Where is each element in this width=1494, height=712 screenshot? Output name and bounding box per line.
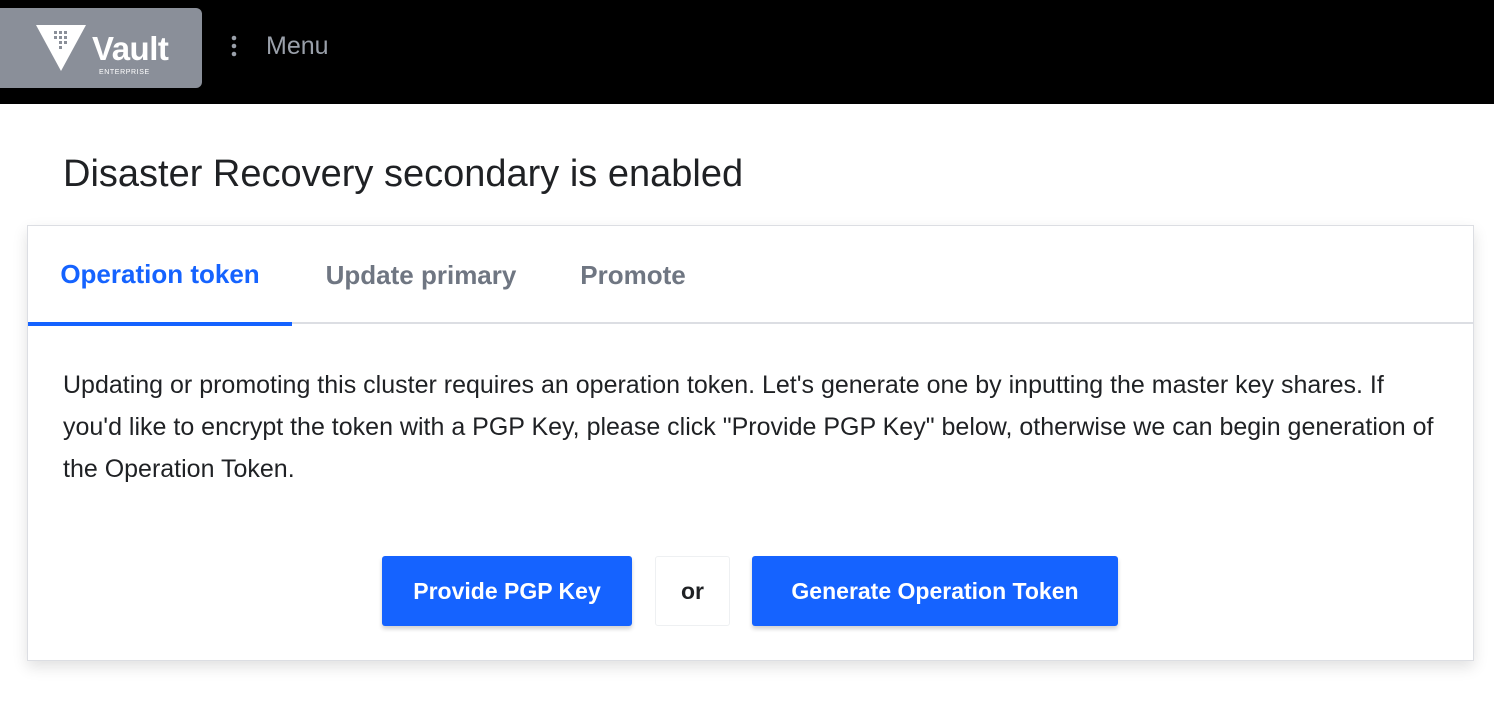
action-row: Provide PGP Key or Generate Operation To… xyxy=(28,556,1473,628)
vertical-dots-icon xyxy=(222,35,246,57)
page-title: Disaster Recovery secondary is enabled xyxy=(63,153,744,195)
tab-promote[interactable]: Promote xyxy=(550,226,716,324)
or-separator: or xyxy=(655,556,730,626)
operation-token-description: Updating or promoting this cluster requi… xyxy=(63,371,1434,483)
menu-button[interactable]: Menu xyxy=(222,24,362,68)
vault-logo[interactable]: Vault ENTERPRISE xyxy=(0,8,202,88)
tab-bar: Operation token Update primary Promote xyxy=(28,226,1473,326)
logo-subtext: ENTERPRISE xyxy=(99,69,150,76)
provide-pgp-key-button[interactable]: Provide PGP Key xyxy=(382,556,632,626)
vault-triangle-icon xyxy=(36,25,86,71)
tab-update-primary[interactable]: Update primary xyxy=(292,226,550,324)
menu-label: Menu xyxy=(266,31,329,60)
tab-operation-token[interactable]: Operation token xyxy=(28,226,292,326)
top-navbar: Vault ENTERPRISE Menu xyxy=(0,0,1494,104)
logo-text: Vault xyxy=(92,30,169,67)
generate-operation-token-button[interactable]: Generate Operation Token xyxy=(752,556,1118,626)
replication-card: Operation token Update primary Promote U… xyxy=(27,225,1474,661)
